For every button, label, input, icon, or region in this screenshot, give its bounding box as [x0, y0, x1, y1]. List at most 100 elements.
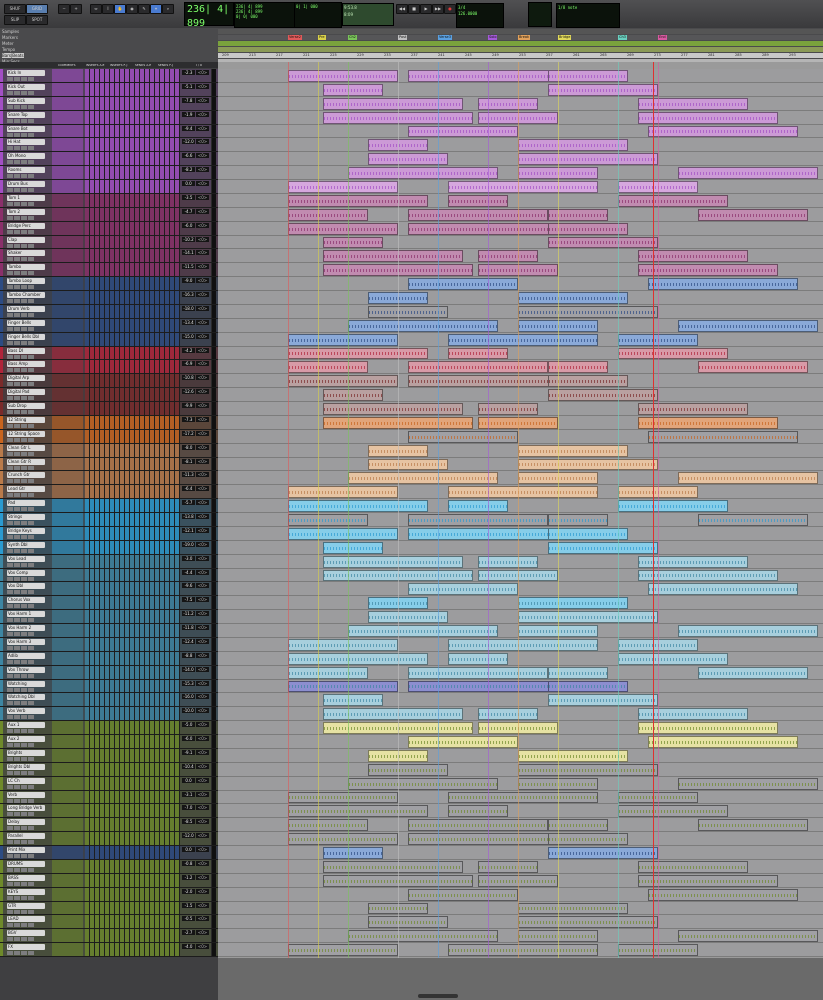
track-volume[interactable]: -11.3: [182, 472, 195, 478]
track-name[interactable]: Vox Throw: [7, 666, 45, 673]
track-comments[interactable]: [52, 124, 83, 138]
track-pan[interactable]: <0>: [196, 250, 209, 256]
track-volume[interactable]: -6.4: [182, 486, 195, 492]
solo-button[interactable]: [21, 479, 27, 484]
audio-clip[interactable]: [368, 458, 448, 471]
track-volume[interactable]: -2.0: [182, 888, 195, 894]
input-monitor-button[interactable]: [14, 396, 20, 401]
rec-arm-button[interactable]: [7, 368, 13, 373]
audio-clip[interactable]: [288, 680, 398, 693]
mute-button[interactable]: [28, 521, 34, 525]
rewind-button[interactable]: ◀◀: [396, 4, 408, 14]
track-comments[interactable]: [52, 693, 83, 707]
input-monitor-button[interactable]: [14, 562, 20, 567]
track-comments[interactable]: [52, 526, 83, 540]
track-inserts-sends[interactable]: [85, 360, 180, 374]
solo-button[interactable]: [21, 604, 27, 609]
audio-clip[interactable]: [548, 375, 628, 388]
solo-button[interactable]: [21, 299, 27, 303]
track-comments[interactable]: [52, 443, 83, 457]
audio-clip[interactable]: [323, 236, 383, 249]
mute-button[interactable]: [28, 104, 34, 109]
input-monitor-button[interactable]: [14, 673, 20, 678]
track-volume[interactable]: -3.5: [182, 194, 195, 200]
track-lane[interactable]: [218, 762, 823, 777]
track-name[interactable]: Watching Dbl: [7, 694, 45, 701]
track-name[interactable]: Tambo Chamber: [7, 292, 45, 298]
audio-clip[interactable]: [478, 403, 538, 415]
audio-clip[interactable]: [448, 944, 598, 956]
input-monitor-button[interactable]: [14, 604, 20, 609]
track-record-solo-mute[interactable]: [7, 354, 44, 360]
audio-clip[interactable]: [448, 181, 598, 193]
track-inserts-sends[interactable]: [85, 707, 180, 721]
input-monitor-button[interactable]: [14, 326, 20, 331]
solo-button[interactable]: [21, 77, 27, 81]
track-lane[interactable]: [218, 915, 823, 930]
track-name[interactable]: Verb: [7, 791, 45, 798]
input-monitor-button[interactable]: [14, 201, 20, 206]
track-header[interactable]: 12 String -7.3 <0>: [0, 415, 218, 430]
mute-button[interactable]: [28, 812, 34, 817]
track-comments[interactable]: [52, 651, 83, 665]
track-record-solo-mute[interactable]: [7, 909, 44, 915]
track-name[interactable]: Vox Harm 1: [7, 611, 45, 618]
track-lane[interactable]: [218, 943, 823, 957]
track-inserts-sends[interactable]: [85, 901, 180, 915]
track-record-solo-mute[interactable]: [7, 174, 44, 179]
input-monitor-button[interactable]: [14, 493, 20, 498]
audio-clip[interactable]: [548, 389, 658, 401]
track-header[interactable]: FX -4.0 <0>: [0, 943, 218, 957]
mute-button[interactable]: [28, 285, 34, 290]
track-inserts-sends[interactable]: [85, 207, 180, 221]
mute-button[interactable]: [28, 382, 34, 387]
input-monitor-button[interactable]: [14, 715, 20, 720]
track-lane[interactable]: [218, 402, 823, 416]
rec-arm-button[interactable]: [7, 590, 13, 595]
track-pan[interactable]: <0>: [196, 777, 209, 783]
track-inserts-sends[interactable]: [85, 388, 180, 401]
input-monitor-button[interactable]: [14, 285, 20, 290]
solo-button[interactable]: [21, 701, 27, 706]
track-header[interactable]: Pad -5.7 <0>: [0, 499, 218, 513]
rec-arm-button[interactable]: [7, 396, 13, 401]
mute-button[interactable]: [28, 299, 34, 303]
track-volume[interactable]: -0.8: [182, 860, 195, 866]
track-volume[interactable]: -2.3: [182, 70, 195, 75]
audio-clip[interactable]: [478, 860, 538, 873]
track-pan[interactable]: <0>: [196, 139, 209, 145]
track-pan[interactable]: <0>: [196, 680, 209, 686]
audio-clip[interactable]: [348, 167, 498, 179]
audio-clip[interactable]: [518, 153, 658, 166]
rec-arm-button[interactable]: [7, 548, 13, 553]
track-header[interactable]: Vox Harm 1 -11.2 <0>: [0, 610, 218, 624]
track-pan[interactable]: <0>: [196, 514, 209, 519]
rec-arm-button[interactable]: [7, 257, 13, 262]
track-inserts-sends[interactable]: [85, 346, 180, 360]
mute-button[interactable]: [28, 659, 34, 664]
track-volume[interactable]: -14.1: [182, 250, 195, 256]
track-pan[interactable]: <0>: [196, 153, 209, 159]
audio-clip[interactable]: [638, 708, 748, 721]
track-name[interactable]: Finger Bells Dbl: [7, 333, 45, 340]
track-header[interactable]: Vox Throw -14.0 <0>: [0, 665, 218, 680]
track-header[interactable]: Clap -10.2 <0>: [0, 235, 218, 250]
track-inserts-sends[interactable]: [85, 69, 180, 82]
audio-clip[interactable]: [288, 527, 398, 540]
track-record-solo-mute[interactable]: [7, 118, 44, 124]
track-header[interactable]: Watching -15.3 <0>: [0, 679, 218, 694]
input-monitor-button[interactable]: [14, 437, 20, 442]
audio-clip[interactable]: [648, 430, 798, 443]
track-pan[interactable]: <0>: [196, 638, 209, 644]
track-record-solo-mute[interactable]: [7, 229, 44, 235]
mute-button[interactable]: [28, 576, 34, 581]
track-record-solo-mute[interactable]: [7, 104, 44, 110]
track-lane[interactable]: [218, 721, 823, 735]
input-monitor-button[interactable]: [14, 521, 20, 525]
audio-clip[interactable]: [638, 111, 778, 124]
input-monitor-button[interactable]: [14, 382, 20, 387]
rec-arm-button[interactable]: [7, 798, 13, 803]
mute-button[interactable]: [28, 867, 34, 872]
track-inserts-sends[interactable]: [85, 485, 180, 499]
audio-clip[interactable]: [288, 375, 398, 388]
